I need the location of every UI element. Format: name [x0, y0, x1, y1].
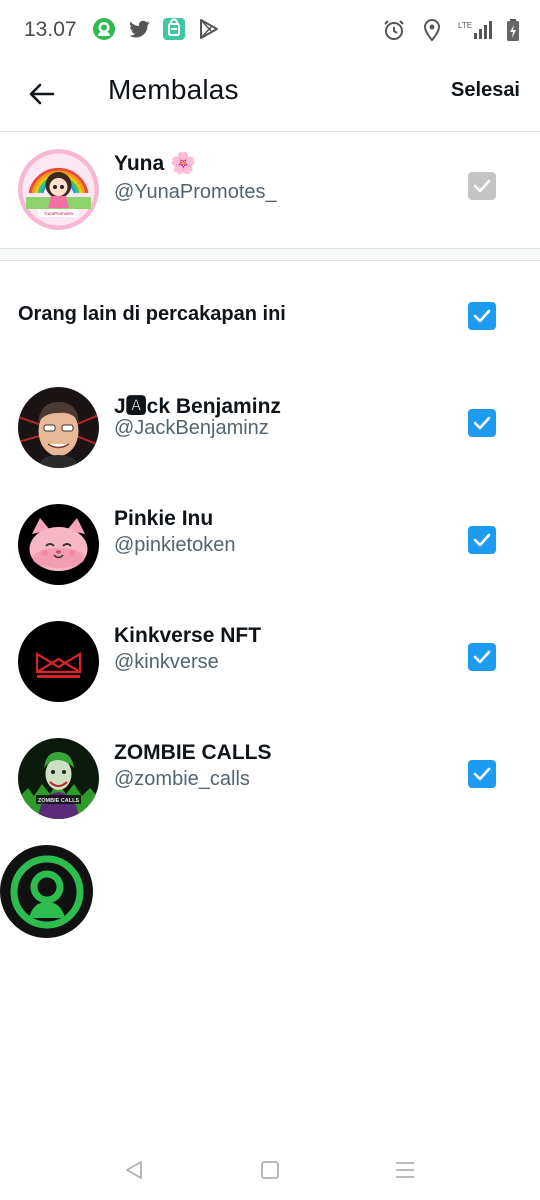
shopping-app-icon	[163, 18, 185, 40]
primary-user-checkbox	[468, 172, 496, 200]
twitter-icon	[129, 20, 150, 38]
back-triangle-icon	[126, 1161, 142, 1179]
participant-name: J🅰ck Benjaminz	[114, 395, 281, 418]
status-left-icons	[92, 17, 221, 41]
done-button[interactable]: Selesai	[451, 79, 520, 102]
participant-handle: @kinkverse	[114, 651, 219, 673]
svg-text:ZOMBIE CALLS: ZOMBIE CALLS	[38, 798, 80, 804]
status-time: 13.07	[24, 18, 77, 41]
play-store-icon	[200, 19, 218, 39]
top-app-bar: Membalas Selesai	[0, 62, 540, 132]
user-handle: @YunaPromotes_	[114, 181, 277, 203]
battery-charging-icon	[507, 19, 519, 41]
participant-row[interactable]: ZOMBIE CALLS ZOMBIE CALLS @zombie_calls	[0, 723, 540, 840]
page-title: Membalas	[108, 74, 239, 105]
participant-row[interactable]: J🅰ck Benjaminz @JackBenjaminz	[0, 372, 540, 489]
home-square-icon	[261, 1161, 279, 1179]
participant-handle: @JackBenjaminz	[114, 417, 269, 439]
status-right-icons: LTE	[382, 18, 520, 42]
participant-checkbox[interactable]	[468, 526, 496, 554]
pinkie-avatar-image	[18, 504, 99, 585]
check-icon	[473, 309, 491, 323]
floating-chat-bubble[interactable]	[0, 845, 93, 938]
svg-text:LTE: LTE	[458, 21, 472, 30]
others-row[interactable]: Orang lain di percakapan ini	[0, 261, 540, 371]
section-divider	[0, 248, 540, 261]
nav-home-button[interactable]	[256, 1156, 284, 1184]
check-icon	[473, 533, 491, 547]
system-nav-bar	[0, 1140, 540, 1200]
avatar-yuna[interactable]: YunaPromotes	[18, 149, 99, 230]
check-icon	[473, 767, 491, 781]
participant-row[interactable]: Pinkie Inu @pinkietoken	[0, 489, 540, 606]
app-notification-icon	[10, 855, 83, 928]
participant-checkbox[interactable]	[468, 409, 496, 437]
primary-user-row: YunaPromotes Yuna 🌸 @YunaPromotes_	[0, 132, 540, 248]
user-name: Yuna 🌸	[114, 152, 197, 175]
status-bar: 13.07 LTE	[0, 0, 540, 62]
participant-row[interactable]: Kinkverse NFT @kinkverse	[0, 606, 540, 723]
svg-text:YunaPromotes: YunaPromotes	[44, 211, 74, 216]
back-button[interactable]	[24, 76, 60, 112]
jack-avatar-image	[18, 387, 99, 468]
others-label: Orang lain di percakapan ini	[18, 303, 286, 325]
participant-name: Kinkverse NFT	[114, 624, 262, 647]
participant-name: Pinkie Inu	[114, 507, 214, 530]
avatar-zombie-calls[interactable]: ZOMBIE CALLS	[18, 738, 99, 819]
participant-checkbox[interactable]	[468, 760, 496, 788]
check-icon	[473, 650, 491, 664]
participant-name: ZOMBIE CALLS	[114, 741, 272, 764]
avatar-kinkverse[interactable]	[18, 621, 99, 702]
avatar-pinkie[interactable]	[18, 504, 99, 585]
participant-handle: @pinkietoken	[114, 534, 236, 556]
avatar-jack[interactable]	[18, 387, 99, 468]
arrow-left-icon	[29, 83, 55, 105]
nav-back-button[interactable]	[120, 1156, 148, 1184]
alarm-icon	[384, 20, 404, 40]
participant-handle: @zombie_calls	[114, 768, 250, 790]
others-checkbox[interactable]	[468, 302, 496, 330]
zombie-calls-avatar-image: ZOMBIE CALLS	[18, 738, 99, 819]
kinkverse-avatar-image	[18, 621, 99, 702]
nav-menu-button[interactable]	[391, 1156, 419, 1184]
check-icon	[473, 416, 491, 430]
location-icon	[423, 18, 441, 42]
app-notification-icon	[93, 18, 115, 40]
yuna-avatar-image: YunaPromotes	[18, 149, 99, 230]
check-icon	[473, 179, 491, 193]
menu-lines-icon	[396, 1162, 414, 1178]
lte-signal-icon: LTE	[458, 21, 492, 39]
participant-checkbox[interactable]	[468, 643, 496, 671]
